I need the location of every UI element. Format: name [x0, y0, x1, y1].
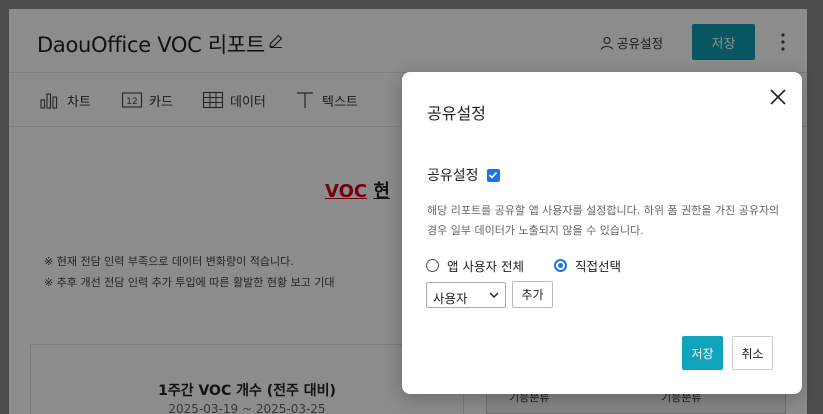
share-description: 해당 리포트를 공유할 앱 사용자를 설정합니다. 하위 폼 권한을 가진 공유…	[427, 204, 780, 237]
share-scope-radio-group: 앱 사용자 전체 직접선택	[426, 256, 621, 275]
radio-all-users[interactable]	[426, 259, 439, 272]
share-checkbox[interactable]	[486, 168, 500, 182]
add-button[interactable]: 추가	[512, 281, 553, 308]
target-type-select[interactable]: 사용자	[426, 282, 506, 308]
check-icon	[488, 171, 498, 179]
radio-all-users-label[interactable]: 앱 사용자 전체	[447, 256, 524, 275]
dialog-cancel-button[interactable]: 취소	[732, 336, 773, 370]
select-value: 사용자	[433, 291, 468, 306]
share-checkbox-label: 공유설정	[427, 168, 479, 184]
radio-direct-select-label[interactable]: 직접선택	[575, 256, 621, 275]
radio-direct-select[interactable]	[553, 259, 567, 272]
share-toggle-row: 공유설정	[427, 165, 500, 185]
dialog-save-button[interactable]: 저장	[682, 336, 723, 370]
dialog-title: 공유설정	[427, 104, 486, 123]
close-icon[interactable]	[769, 88, 787, 106]
share-settings-dialog: 공유설정 공유설정 해당 리포트를 공유할 앱 사용자를 설정합니다. 하위 폼…	[402, 72, 802, 394]
chevron-down-icon	[489, 292, 499, 298]
